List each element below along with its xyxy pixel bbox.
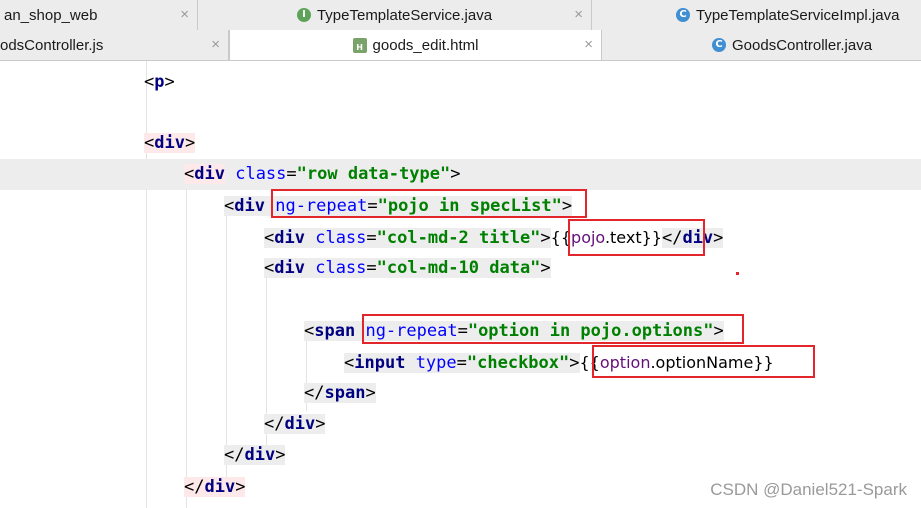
attribute-name: class: [315, 228, 367, 248]
tab-label: TypeTemplateService.java: [316, 6, 493, 24]
bracket: <: [144, 133, 155, 153]
tab-an-shop-web[interactable]: an_shop_web ×: [0, 0, 198, 30]
tag-name: p: [154, 72, 165, 92]
tag-name: div: [244, 445, 276, 465]
close-icon[interactable]: ×: [574, 6, 583, 23]
code-line: <div class="col-md-2 title">{{pojo.text}…: [264, 228, 724, 248]
tab-label: odsController.js: [0, 36, 104, 54]
tag-name: div: [154, 133, 185, 153]
close-icon[interactable]: ×: [180, 6, 189, 23]
bracket: >: [184, 133, 196, 153]
attribute-value: "col-md-10 data": [376, 258, 541, 278]
attribute-value: "col-md-2 title": [376, 228, 541, 248]
annotation-box: [568, 219, 705, 256]
class-icon: C: [712, 38, 726, 52]
tab-label: an_shop_web: [4, 6, 98, 24]
attribute-value: "checkbox": [466, 353, 570, 373]
attribute-name: type: [415, 353, 457, 373]
editor-tab-bar-bottom: odsController.js × H goods_edit.html × C…: [0, 30, 921, 61]
tag-name: span: [324, 383, 366, 403]
tab-type-template-service[interactable]: I TypeTemplateService.java ×: [198, 0, 592, 30]
code-line: <p>: [0, 67, 921, 98]
tag-name: div: [284, 414, 316, 434]
code-line: <div class="col-md-10 data">: [264, 258, 551, 278]
tag-name: input: [354, 353, 406, 373]
tag-name: div: [234, 196, 265, 216]
attribute-name: class: [315, 258, 367, 278]
html-file-icon: H: [352, 37, 367, 53]
interface-icon: I: [296, 8, 311, 22]
tab-goods-controller-js[interactable]: odsController.js ×: [0, 30, 229, 60]
tag-name: span: [314, 321, 356, 341]
code-line: </span>: [304, 383, 376, 403]
tag-name: div: [274, 258, 305, 278]
tab-label: TypeTemplateServiceImpl.java: [696, 6, 900, 24]
annotation-dot: [736, 272, 739, 275]
editor-tab-bar-top: an_shop_web × I TypeTemplateService.java…: [0, 0, 921, 31]
tab-goods-edit-html[interactable]: H goods_edit.html ×: [229, 30, 602, 60]
watermark: CSDN @Daniel521-Spark: [710, 480, 907, 499]
code-line: </div>: [264, 414, 326, 434]
code-line-current: <div class="row data-type">: [0, 159, 921, 190]
code-line: <div>: [0, 128, 921, 159]
tag-name: div: [204, 477, 236, 497]
code-editor[interactable]: <p> <div> <div class="row data-type"> <d…: [0, 61, 921, 508]
annotation-box: [592, 345, 815, 378]
annotation-box: [271, 189, 587, 218]
tab-type-template-service-impl[interactable]: C TypeTemplateServiceImpl.java: [592, 0, 921, 30]
close-icon[interactable]: ×: [584, 36, 593, 53]
attribute-value: "row data-type": [296, 164, 451, 184]
code-line: </div>: [224, 445, 286, 465]
close-icon[interactable]: ×: [211, 36, 220, 53]
annotation-box: [362, 314, 744, 344]
attribute-name: class: [235, 164, 287, 184]
tag-name: div: [274, 228, 305, 248]
tag-name: div: [194, 164, 225, 184]
bracket: >: [164, 72, 175, 92]
tab-goods-controller-java[interactable]: C GoodsController.java: [602, 30, 921, 60]
tab-label: goods_edit.html: [372, 36, 479, 54]
bracket: <: [144, 72, 155, 92]
tab-label: GoodsController.java: [732, 36, 873, 54]
class-icon: C: [676, 8, 690, 22]
